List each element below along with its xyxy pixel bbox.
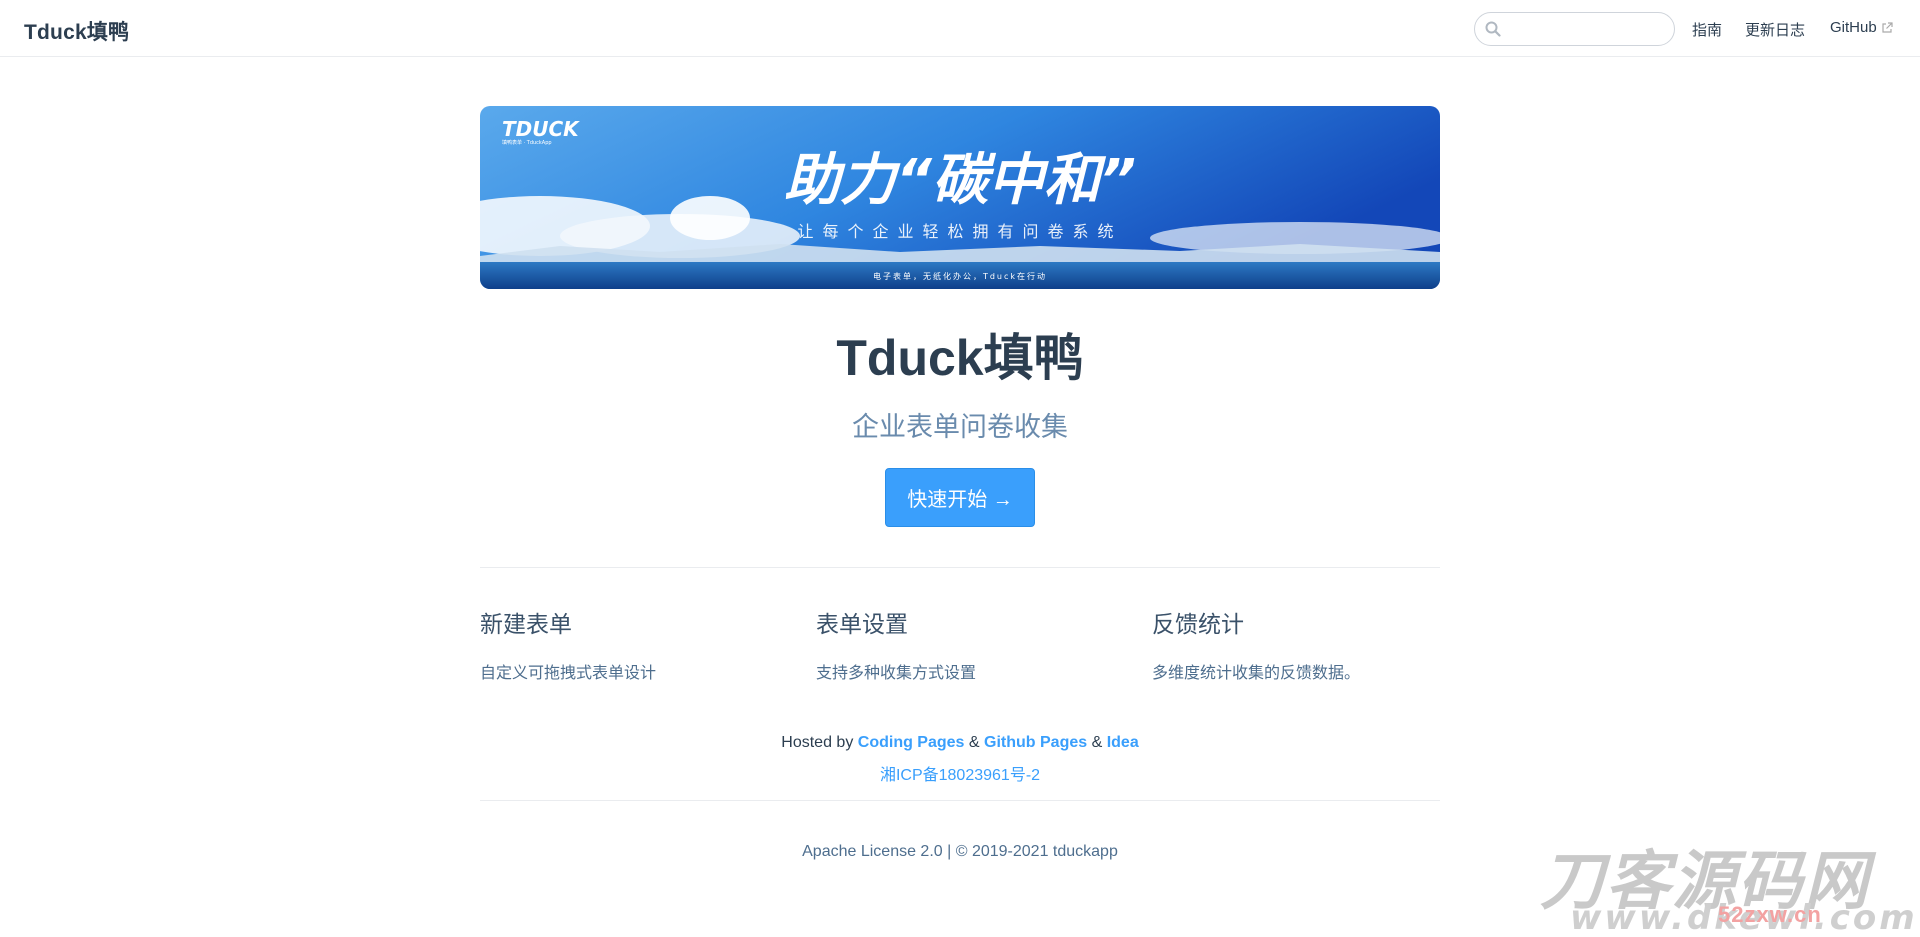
search-input[interactable] xyxy=(1505,19,1665,39)
hero-title: Tduck填鸭 xyxy=(836,330,1084,386)
search-icon xyxy=(1485,21,1501,37)
banner-footnote: 电子表单，无纸化办公，Tduck在行动 xyxy=(873,271,1047,281)
idea-link[interactable]: Idea xyxy=(1107,734,1139,751)
feature-details: 支持多种收集方式设置 xyxy=(816,665,977,682)
nav-link-github[interactable]: GitHub xyxy=(1830,19,1893,36)
site-name-link[interactable]: Tduck填鸭 xyxy=(24,16,129,46)
nav-link-changelog[interactable]: 更新日志 xyxy=(1745,19,1805,40)
hero-banner-image: TDUCK 填鸭表单 · TduckApp 助力“碳中和” 让每个企业轻松拥有问… xyxy=(480,106,1440,289)
navbar: Tduck填鸭 指南 更新日志 GitHub xyxy=(0,0,1920,57)
separator: & xyxy=(1087,734,1107,751)
footer-license: Apache License 2.0 | © 2019-2021 tduckap… xyxy=(802,843,1118,860)
divider xyxy=(480,567,1440,568)
banner-logo-sub: 填鸭表单 · TduckApp xyxy=(502,139,552,146)
external-link-icon xyxy=(1882,21,1893,33)
watermark: 刀客源码网 www.dkewl.com 52zxw.cn xyxy=(1540,830,1915,937)
hosted-by-line: Hosted by Coding Pages & Github Pages & … xyxy=(480,734,1440,752)
get-started-button[interactable]: 快速开始 → xyxy=(885,468,1035,527)
icp-line: 湘ICP备18023961号-2 xyxy=(480,761,1440,785)
feature-form-settings: 表单设置 支持多种收集方式设置 xyxy=(816,605,1106,683)
watermark-overlay: 52zxw.cn xyxy=(1718,902,1822,927)
github-pages-link[interactable]: Github Pages xyxy=(984,734,1087,751)
divider xyxy=(480,800,1440,801)
nav-link-github-label: GitHub xyxy=(1830,19,1877,36)
coding-pages-link[interactable]: Coding Pages xyxy=(858,734,965,751)
feature-title: 表单设置 xyxy=(816,611,908,637)
feature-title: 新建表单 xyxy=(480,611,572,637)
hosted-prefix: Hosted by xyxy=(781,734,858,751)
search-box[interactable] xyxy=(1474,12,1675,46)
nav-link-guide[interactable]: 指南 xyxy=(1692,19,1722,40)
feature-details: 多维度统计收集的反馈数据。 xyxy=(1152,665,1361,682)
feature-title: 反馈统计 xyxy=(1152,611,1244,637)
banner-logo: TDUCK xyxy=(502,117,580,141)
hero-description: 企业表单问卷收集 xyxy=(852,412,1068,442)
separator: & xyxy=(964,734,985,751)
banner-subline: 让每个企业轻松拥有问卷系统 xyxy=(797,222,1122,241)
banner-headline: 助力“碳中和” xyxy=(784,148,1136,213)
feature-details: 自定义可拖拽式表单设计 xyxy=(480,665,657,682)
feature-new-form: 新建表单 自定义可拖拽式表单设计 xyxy=(480,605,770,683)
feature-feedback-stats: 反馈统计 多维度统计收集的反馈数据。 xyxy=(1152,605,1442,683)
icp-link[interactable]: 湘ICP备18023961号-2 xyxy=(880,767,1040,784)
